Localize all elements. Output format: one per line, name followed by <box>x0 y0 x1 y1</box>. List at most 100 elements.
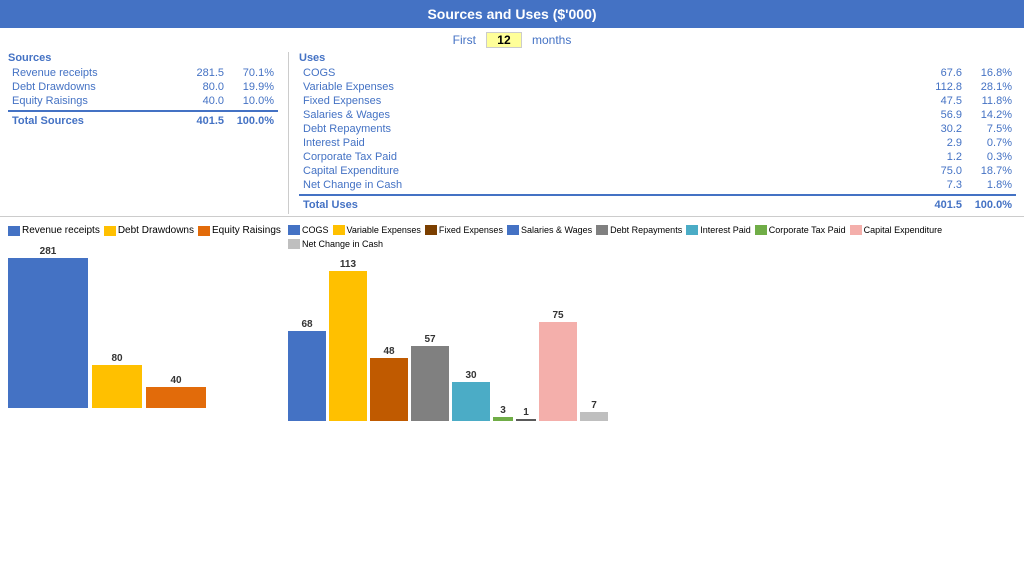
source-value-1: 281.5 <box>169 67 224 79</box>
page-header: Sources and Uses ($'000) <box>0 0 1024 28</box>
uses-bar-group: 30 <box>452 370 490 421</box>
uses-bar-rect <box>539 322 577 421</box>
uses-bar-group: 3 <box>493 405 513 421</box>
use-pct-6: 0.7% <box>962 137 1012 149</box>
uses-bar-rect <box>493 417 513 421</box>
uses-bar-rect <box>516 419 536 421</box>
source-label-3: Equity Raisings <box>12 95 169 107</box>
source-row-1: Revenue receipts 281.5 70.1% <box>8 66 278 80</box>
legend-item: Equity Raisings <box>198 225 281 236</box>
use-value-7: 1.2 <box>907 151 962 163</box>
sources-total-row: Total Sources 401.5 100.0% <box>8 110 278 130</box>
use-pct-4: 14.2% <box>962 109 1012 121</box>
uses-panel: Uses COGS 67.6 16.8% Variable Expenses 1… <box>288 52 1016 214</box>
use-value-9: 7.3 <box>907 179 962 191</box>
uses-legend-item: Salaries & Wages <box>507 225 592 235</box>
bar-group: 281 <box>8 246 88 408</box>
uses-total-row: Total Uses 401.5 100.0% <box>299 194 1016 214</box>
use-value-8: 75.0 <box>907 165 962 177</box>
sources-bar-chart: 281 80 40 <box>8 240 288 410</box>
uses-bar-value: 57 <box>424 334 435 345</box>
uses-bar-value: 30 <box>465 370 476 381</box>
source-pct-1: 70.1% <box>224 67 274 79</box>
uses-legend-item: Corporate Tax Paid <box>755 225 846 235</box>
use-value-3: 47.5 <box>907 95 962 107</box>
uses-bar-group: 7 <box>580 400 608 421</box>
uses-bar-value: 68 <box>301 319 312 330</box>
uses-bar-value: 75 <box>552 310 563 321</box>
uses-bar-value: 48 <box>383 346 394 357</box>
bar-group: 40 <box>146 375 206 408</box>
uses-bar-rect <box>580 412 608 421</box>
sources-panel: Sources Revenue receipts 281.5 70.1% Deb… <box>8 52 288 214</box>
uses-bar-rect <box>452 382 490 421</box>
uses-bar-group: 113 <box>329 259 367 421</box>
uses-bar-value: 7 <box>591 400 597 411</box>
bar-value: 281 <box>40 246 57 257</box>
uses-legend-item: Debt Repayments <box>596 225 682 235</box>
sources-chart: Revenue receiptsDebt DrawdownsEquity Rai… <box>8 225 288 423</box>
use-pct-1: 16.8% <box>962 67 1012 79</box>
months-input[interactable] <box>486 32 522 48</box>
use-label-5: Debt Repayments <box>303 123 907 135</box>
bar-value: 40 <box>170 375 181 386</box>
use-pct-2: 28.1% <box>962 81 1012 93</box>
use-label-1: COGS <box>303 67 907 79</box>
sources-total-label: Total Sources <box>12 115 169 127</box>
use-label-4: Salaries & Wages <box>303 109 907 121</box>
uses-bar-rect <box>288 331 326 421</box>
uses-legend-item: COGS <box>288 225 329 235</box>
months-after-label: months <box>532 33 571 47</box>
use-value-1: 67.6 <box>907 67 962 79</box>
header-title: Sources and Uses ($'000) <box>427 6 596 22</box>
use-value-6: 2.9 <box>907 137 962 149</box>
uses-bar-rect <box>329 271 367 421</box>
source-label-1: Revenue receipts <box>12 67 169 79</box>
uses-total-value: 401.5 <box>907 199 962 211</box>
uses-chart: COGS Variable Expenses Fixed Expenses Salar… <box>288 225 1016 423</box>
uses-legend-item: Fixed Expenses <box>425 225 503 235</box>
months-row: First months <box>0 28 1024 52</box>
use-pct-8: 18.7% <box>962 165 1012 177</box>
uses-bar-value: 1 <box>523 407 529 418</box>
uses-bar-value: 113 <box>340 259 356 270</box>
uses-legend-item: Variable Expenses <box>333 225 421 235</box>
sources-title: Sources <box>8 52 278 64</box>
use-label-6: Interest Paid <box>303 137 907 149</box>
uses-bar-group: 68 <box>288 319 326 421</box>
use-row-1: COGS 67.6 16.8% <box>299 66 1016 80</box>
use-row-7: Corporate Tax Paid 1.2 0.3% <box>299 150 1016 164</box>
use-row-8: Capital Expenditure 75.0 18.7% <box>299 164 1016 178</box>
bar-rect <box>146 387 206 408</box>
use-pct-5: 7.5% <box>962 123 1012 135</box>
uses-bar-group: 75 <box>539 310 577 421</box>
uses-legend: COGS Variable Expenses Fixed Expenses Salar… <box>288 225 1016 249</box>
source-pct-3: 10.0% <box>224 95 274 107</box>
use-label-3: Fixed Expenses <box>303 95 907 107</box>
uses-bar-group: 57 <box>411 334 449 421</box>
uses-legend-item: Net Change in Cash <box>288 239 383 249</box>
bar-value: 80 <box>111 353 122 364</box>
source-value-2: 80.0 <box>169 81 224 93</box>
use-label-7: Corporate Tax Paid <box>303 151 907 163</box>
use-pct-9: 1.8% <box>962 179 1012 191</box>
bar-group: 80 <box>92 353 142 408</box>
months-before-label: First <box>453 33 476 47</box>
use-row-3: Fixed Expenses 47.5 11.8% <box>299 94 1016 108</box>
bar-rect <box>8 258 88 408</box>
use-pct-7: 0.3% <box>962 151 1012 163</box>
uses-legend-item: Interest Paid <box>686 225 751 235</box>
use-value-5: 30.2 <box>907 123 962 135</box>
uses-bar-rect <box>370 358 408 421</box>
use-label-2: Variable Expenses <box>303 81 907 93</box>
uses-title: Uses <box>299 52 1016 64</box>
uses-legend-item: Capital Expenditure <box>850 225 943 235</box>
uses-bar-rect <box>411 346 449 421</box>
uses-total-pct: 100.0% <box>962 199 1012 211</box>
use-row-5: Debt Repayments 30.2 7.5% <box>299 122 1016 136</box>
use-pct-3: 11.8% <box>962 95 1012 107</box>
use-row-2: Variable Expenses 112.8 28.1% <box>299 80 1016 94</box>
source-row-2: Debt Drawdowns 80.0 19.9% <box>8 80 278 94</box>
use-row-9: Net Change in Cash 7.3 1.8% <box>299 178 1016 192</box>
sources-total-value: 401.5 <box>169 115 224 127</box>
